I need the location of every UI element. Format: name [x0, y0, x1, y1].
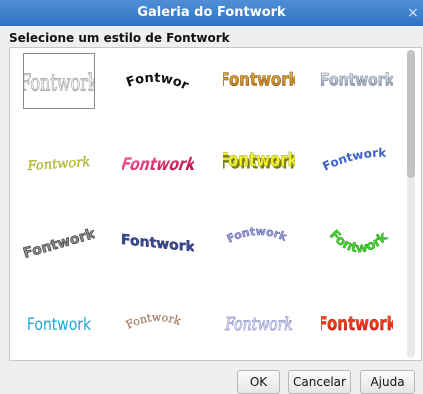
fontwork-preview-arch-black: Fontwork	[122, 53, 191, 94]
cancel-button[interactable]: Cancelar	[288, 370, 351, 394]
fontwork-preview-outline-gray: Fontwork	[24, 68, 94, 97]
fontwork-style-16[interactable]: Fontwork	[321, 295, 393, 351]
fontwork-style-14[interactable]: Fontwork	[122, 295, 194, 351]
svg-text:Fontwork: Fontwork	[224, 313, 292, 334]
fontwork-style-3[interactable]: Fontwork	[223, 53, 295, 109]
fontwork-style-10[interactable]: Fontwork	[122, 213, 194, 269]
fontwork-preview-gold-gradient: Fontwork	[223, 69, 295, 90]
vertical-scrollbar[interactable]	[407, 50, 415, 358]
fontwork-gallery[interactable]: Fontwork Fontwork Fontwork Fontwork Fon	[9, 47, 422, 361]
window-title: Galeria do Fontwork	[137, 5, 286, 20]
fontwork-style-8[interactable]: Fontwork	[321, 135, 393, 191]
svg-text:Fontwork: Fontwork	[27, 315, 91, 335]
svg-text:Fontwork: Fontwork	[321, 313, 393, 335]
fontwork-preview-lavender-italic: Fontwork	[224, 313, 293, 335]
fontwork-preview-brown-curve: Fontwork	[124, 311, 183, 332]
fontwork-style-2[interactable]: Fontwork	[122, 53, 194, 109]
svg-text:Fontwork: Fontwork	[223, 150, 295, 172]
gallery-heading: Selecione um estilo de Fontwork	[9, 31, 230, 45]
svg-text:Fontwork: Fontwork	[321, 70, 393, 90]
fontwork-style-1[interactable]: Fontwork	[23, 53, 95, 109]
fontwork-style-5[interactable]: Fontwork	[23, 135, 95, 191]
svg-text:Fontwork: Fontwork	[122, 53, 191, 94]
help-button[interactable]: Ajuda	[360, 370, 415, 394]
fontwork-style-4[interactable]: Fontwork	[321, 53, 393, 109]
fontwork-preview-red-orange: Fontwork	[321, 313, 393, 335]
svg-text:Fontwork: Fontwork	[225, 225, 290, 246]
ok-button[interactable]: OK	[237, 370, 280, 394]
fontwork-preview-purple-circle: Fontwork	[225, 225, 290, 246]
fontwork-style-11[interactable]: Fontwork	[223, 213, 295, 269]
fontwork-style-15[interactable]: Fontwork	[223, 295, 295, 351]
fontwork-style-9[interactable]: Fontwork	[23, 213, 95, 269]
fontwork-style-7[interactable]: Fontwork Fontwork	[223, 135, 295, 191]
close-icon[interactable]: ×	[405, 0, 421, 26]
fontwork-gallery-dialog: Galeria do Fontwork × Selecione um estil…	[0, 0, 423, 394]
fontwork-style-6[interactable]: Fontwork	[122, 135, 194, 191]
scrollbar-thumb[interactable]	[407, 50, 415, 178]
svg-text:Fontwork: Fontwork	[122, 154, 194, 174]
svg-text:Fontwork: Fontwork	[124, 311, 183, 332]
fontwork-preview-silver-gradient: Fontwork	[321, 70, 393, 90]
fontwork-preview-yellow-green-italic: Fontwork	[26, 155, 91, 175]
svg-text:Fontwork: Fontwork	[23, 226, 95, 262]
svg-text:Fontwork: Fontwork	[321, 146, 387, 174]
fontwork-preview-gray-rotated: Fontwork	[23, 226, 95, 263]
svg-text:Fontwork: Fontwork	[24, 68, 94, 96]
fontwork-preview-red-perspective: Fontwork	[122, 154, 194, 174]
title-bar[interactable]: Galeria do Fontwork ×	[0, 0, 423, 26]
fontwork-preview-blue-wave: Fontwork	[321, 146, 387, 174]
fontwork-style-12[interactable]: Fontwork	[321, 213, 393, 269]
svg-text:Fontwork: Fontwork	[26, 155, 91, 174]
svg-text:Fontwork: Fontwork	[223, 69, 295, 90]
fontwork-preview-blue-plain: Fontwork	[27, 315, 91, 335]
fontwork-style-13[interactable]: Fontwork	[23, 295, 95, 351]
svg-text:Fontwork: Fontwork	[326, 228, 391, 257]
svg-text:Fontwork: Fontwork	[122, 232, 194, 256]
fontwork-preview-green-arc: Fontwork	[326, 227, 391, 257]
fontwork-preview-blue-slanted: Fontwork	[122, 232, 194, 256]
fontwork-preview-yellow-3d: Fontwork Fontwork	[223, 149, 295, 174]
